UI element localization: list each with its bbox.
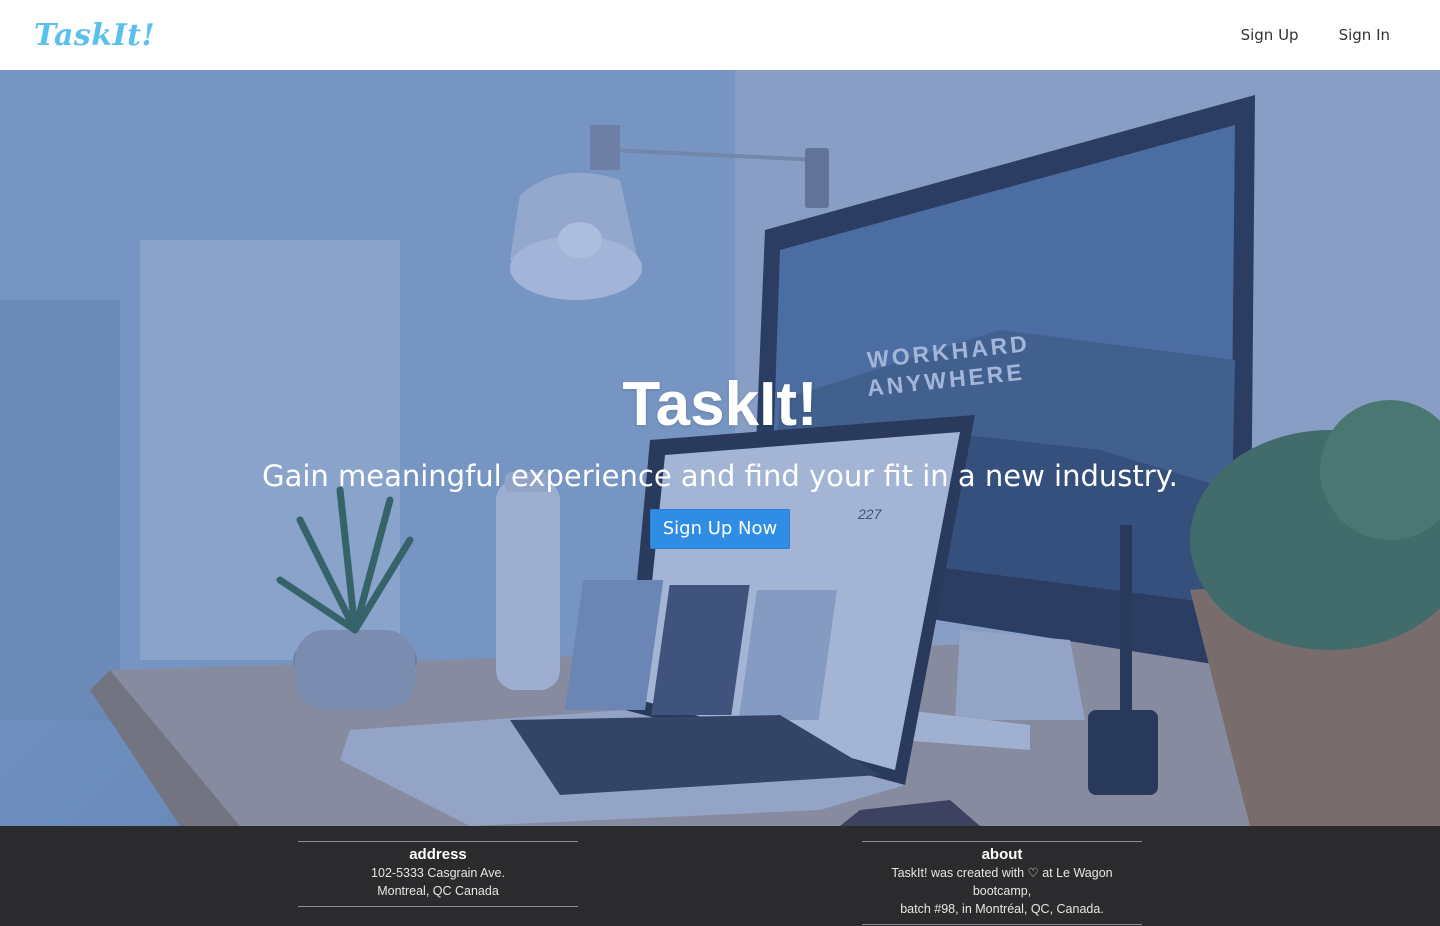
- hero-subtitle: Gain meaningful experience and find your…: [262, 459, 1178, 493]
- footer-address-line-2: Montreal, QC Canada: [377, 884, 499, 898]
- footer-address: address 102-5333 Casgrain Ave. Montreal,…: [298, 841, 578, 907]
- hero-content: TaskIt! Gain meaningful experience and f…: [0, 370, 1440, 549]
- nav-sign-in-link[interactable]: Sign In: [1339, 26, 1390, 44]
- brand-logo[interactable]: TaskIt!: [34, 18, 155, 53]
- footer-about: about TaskIt! was created with ♡ at Le W…: [862, 841, 1142, 925]
- navbar: TaskIt! Sign Up Sign In: [0, 0, 1440, 70]
- footer-about-line-2: batch #98, in Montréal, QC, Canada.: [900, 902, 1104, 916]
- footer-about-line-1: TaskIt! was created with ♡ at Le Wagon b…: [891, 866, 1113, 898]
- nav-links: Sign Up Sign In: [1241, 26, 1390, 44]
- footer-about-heading: about: [981, 846, 1023, 863]
- hero-title: TaskIt!: [622, 370, 818, 439]
- hero-section: WORKHARD ANYWHERE 227 TaskIt! Gain meani…: [0, 70, 1440, 826]
- sign-up-now-button[interactable]: Sign Up Now: [649, 509, 791, 549]
- nav-sign-up-link[interactable]: Sign Up: [1241, 26, 1299, 44]
- footer-address-line-1: 102-5333 Casgrain Ave.: [371, 866, 505, 880]
- footer-address-heading: address: [409, 846, 467, 863]
- footer: address 102-5333 Casgrain Ave. Montreal,…: [0, 826, 1440, 926]
